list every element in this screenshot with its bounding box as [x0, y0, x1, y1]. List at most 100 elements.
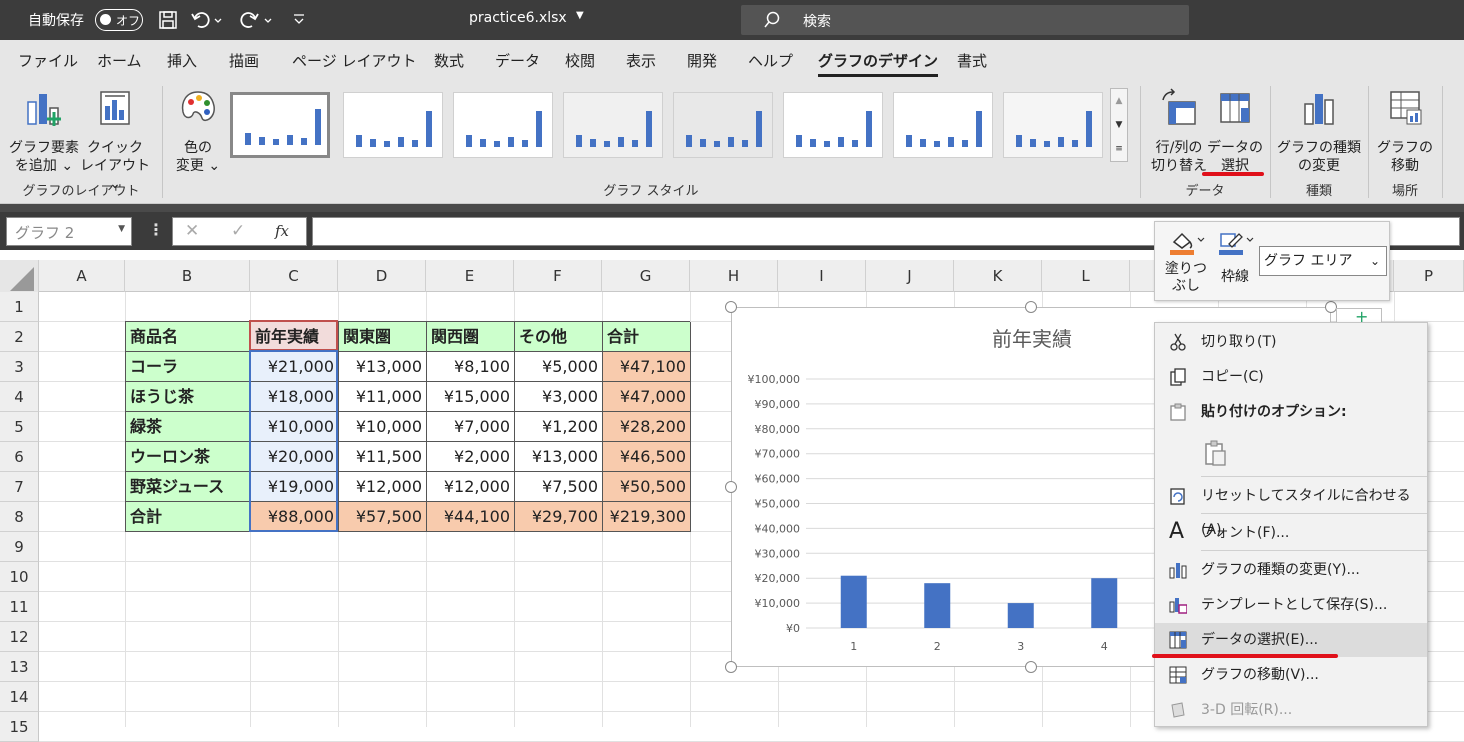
column-header-d[interactable]: D — [338, 260, 426, 292]
column-header-l[interactable]: L — [1042, 260, 1130, 292]
name-box[interactable]: グラフ 2 ▼ — [6, 217, 132, 246]
header-cell-total[interactable]: 合計 — [603, 322, 691, 352]
table-cell[interactable]: ¥12,000 — [339, 472, 427, 502]
menu-item-copy[interactable]: コピー(C) — [1155, 360, 1427, 394]
search-box[interactable]: 検索 — [741, 5, 1189, 35]
tab-help[interactable]: ヘルプ — [748, 50, 793, 71]
table-cell[interactable]: ¥15,000 — [427, 382, 515, 412]
table-cell[interactable]: ¥5,000 — [515, 352, 603, 382]
chart-element-dropdown[interactable]: グラフ エリア ⌄ — [1259, 246, 1387, 276]
paste-option-icon[interactable] — [1203, 439, 1229, 467]
move-chart-button[interactable]: グラフの 移動 — [1372, 88, 1438, 175]
menu-item-cut[interactable]: 切り取り(T) — [1155, 325, 1427, 359]
table-cell[interactable]: ¥47,000 — [603, 382, 691, 412]
style-gallery-scroller[interactable]: ▲ ▼ ≡ — [1110, 88, 1128, 162]
column-header-e[interactable]: E — [426, 260, 514, 292]
row-header-1[interactable]: 1 — [0, 292, 39, 322]
chart-style-4[interactable] — [563, 92, 663, 158]
row-header-5[interactable]: 5 — [0, 412, 39, 442]
column-header-k[interactable]: K — [954, 260, 1042, 292]
table-row-label[interactable]: 緑茶 — [126, 412, 251, 442]
column-header-f[interactable]: F — [514, 260, 602, 292]
table-cell[interactable]: ¥10,000 — [339, 412, 427, 442]
table-row-label[interactable]: コーラ — [126, 352, 251, 382]
table-cell[interactable]: ¥3,000 — [515, 382, 603, 412]
column-header-p[interactable]: P — [1394, 260, 1464, 292]
tab-home[interactable]: ホーム — [97, 50, 142, 71]
chart-style-1[interactable] — [230, 92, 330, 158]
row-header-8[interactable]: 8 — [0, 502, 39, 532]
name-box-dropdown-icon[interactable]: ▼ — [118, 224, 125, 234]
column-header-c[interactable]: C — [250, 260, 338, 292]
table-cell[interactable]: ¥29,700 — [515, 502, 603, 532]
chart-style-6[interactable] — [783, 92, 883, 158]
column-header-j[interactable]: J — [866, 260, 954, 292]
redo-icon[interactable] — [240, 10, 274, 30]
table-cell[interactable]: ¥88,000 — [251, 502, 339, 532]
column-header-b[interactable]: B — [125, 260, 250, 292]
header-cell-kansai[interactable]: 関西圏 — [427, 322, 515, 352]
resize-handle-top[interactable] — [1025, 301, 1037, 313]
tab-formulas[interactable]: 数式 — [434, 50, 464, 71]
tab-file[interactable]: ファイル — [18, 50, 78, 71]
chart-style-8[interactable] — [1003, 92, 1103, 158]
table-cell[interactable]: ¥8,100 — [427, 352, 515, 382]
menu-item-3d-rotation[interactable]: 3-D 回転(R)... — [1155, 693, 1427, 727]
tab-review[interactable]: 校閲 — [565, 50, 595, 71]
header-cell-product[interactable]: 商品名 — [126, 322, 251, 352]
select-data-ribbon-button[interactable]: データの 選択 — [1206, 88, 1264, 175]
table-cell[interactable]: ¥44,100 — [427, 502, 515, 532]
tab-developer[interactable]: 開発 — [687, 50, 717, 71]
row-header-13[interactable]: 13 — [0, 652, 39, 682]
tab-data[interactable]: データ — [495, 50, 540, 71]
add-chart-element-button[interactable]: グラフ要素 を追加 ⌄ — [8, 88, 80, 175]
table-cell[interactable]: ¥57,500 — [339, 502, 427, 532]
column-header-h[interactable]: H — [690, 260, 778, 292]
row-header-14[interactable]: 14 — [0, 682, 39, 712]
chart-style-3[interactable] — [453, 92, 553, 158]
table-cell[interactable]: ¥2,000 — [427, 442, 515, 472]
table-cell[interactable]: ¥46,500 — [603, 442, 691, 472]
resize-handle-left[interactable] — [725, 481, 737, 493]
gallery-more-icon[interactable]: ≡ — [1111, 137, 1127, 161]
resize-handle-bottom[interactable] — [1025, 661, 1037, 673]
column-header-i[interactable]: I — [778, 260, 866, 292]
row-header-11[interactable]: 11 — [0, 592, 39, 622]
table-cell[interactable]: ¥219,300 — [603, 502, 691, 532]
chart-style-5[interactable] — [673, 92, 773, 158]
save-icon[interactable] — [158, 10, 178, 30]
change-colors-button[interactable]: 色の 変更 ⌄ — [168, 88, 228, 175]
table-cell[interactable]: ¥21,000 — [251, 352, 339, 382]
table-row-label[interactable]: 野菜ジュース — [126, 472, 251, 502]
cancel-icon[interactable]: ✕ — [185, 221, 199, 241]
menu-item-select-data[interactable]: データの選択(E)... — [1155, 623, 1427, 657]
row-header-4[interactable]: 4 — [0, 382, 39, 412]
table-cell[interactable]: ¥47,100 — [603, 352, 691, 382]
table-row-label[interactable]: ウーロン茶 — [126, 442, 251, 472]
header-cell-other[interactable]: その他 — [515, 322, 603, 352]
outline-button[interactable]: 枠線 — [1213, 228, 1257, 298]
tab-format[interactable]: 書式 — [957, 50, 987, 71]
column-header-g[interactable]: G — [602, 260, 690, 292]
row-header-15[interactable]: 15 — [0, 712, 39, 742]
table-row-label[interactable]: ほうじ茶 — [126, 382, 251, 412]
tab-chart-design[interactable]: グラフのデザイン — [818, 50, 939, 77]
column-header-a[interactable]: A — [39, 260, 125, 292]
menu-item-reset-style[interactable]: リセットしてスタイルに合わせる(A) — [1155, 479, 1427, 538]
table-cell[interactable]: ¥11,500 — [339, 442, 427, 472]
row-header-10[interactable]: 10 — [0, 562, 39, 592]
menu-item-font[interactable]: A フォント(F)... — [1155, 516, 1427, 550]
header-cell-last-year[interactable]: 前年実績 — [251, 322, 339, 352]
table-cell[interactable]: ¥1,200 — [515, 412, 603, 442]
customize-qat-icon[interactable] — [292, 12, 306, 28]
filename-dropdown-icon[interactable]: ▼ — [576, 10, 584, 21]
menu-item-move-chart[interactable]: グラフの移動(V)... — [1155, 658, 1427, 692]
change-chart-type-button[interactable]: グラフの種類 の変更 — [1274, 88, 1364, 175]
table-cell[interactable]: ¥18,000 — [251, 382, 339, 412]
resize-handle-bl[interactable] — [725, 661, 737, 673]
table-cell[interactable]: ¥28,200 — [603, 412, 691, 442]
table-cell[interactable]: ¥20,000 — [251, 442, 339, 472]
table-cell[interactable]: ¥10,000 — [251, 412, 339, 442]
undo-icon[interactable] — [190, 10, 224, 30]
table-cell[interactable]: ¥50,500 — [603, 472, 691, 502]
